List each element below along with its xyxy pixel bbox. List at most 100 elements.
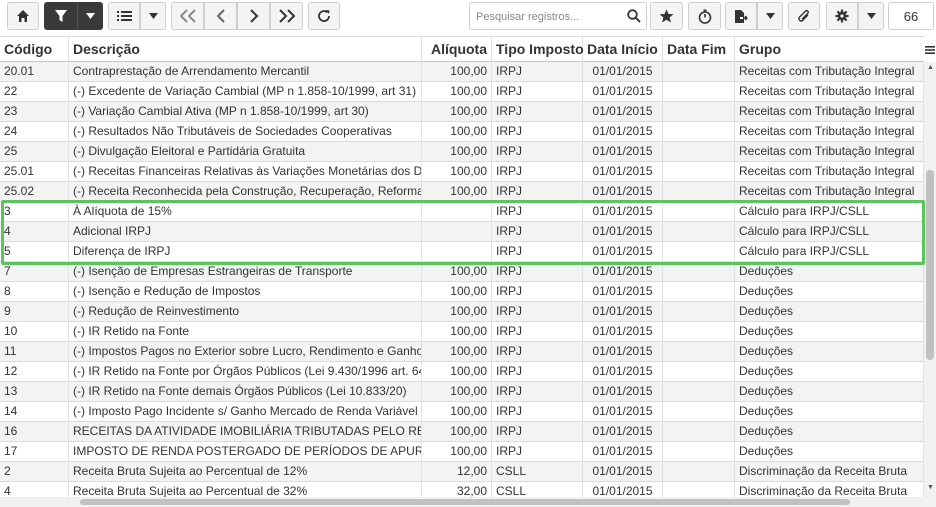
caret-down-icon xyxy=(866,13,876,19)
cell-codigo: 3 xyxy=(0,202,69,221)
table-row[interactable]: 9 (-) Redução de Reinvestimento 100,00 IRPJ… xyxy=(0,302,924,322)
cell-grupo: Deduções xyxy=(735,382,924,401)
favorite-button[interactable] xyxy=(650,2,683,30)
table-row[interactable]: 14 (-) Imposto Pago Incidente s/ Ganho Me… xyxy=(0,402,924,422)
table-row[interactable]: 5 Diferença de IRPJ IRPJ 01/01/2015 Cálculo … xyxy=(0,242,924,262)
first-page-button[interactable] xyxy=(171,2,204,30)
filter-button[interactable] xyxy=(44,2,77,30)
table-row[interactable]: 20.01 Contraprestação de Arrendamento Mer… xyxy=(0,62,924,82)
table-row[interactable]: 4 Adicional IRPJ IRPJ 01/01/2015 Cálculo par… xyxy=(0,222,924,242)
cell-aliquota: 100,00 xyxy=(422,142,492,161)
table-row[interactable]: 8 (-) Isenção e Redução de Impostos 100,00… xyxy=(0,282,924,302)
gear-icon xyxy=(835,9,849,23)
cell-data-fim xyxy=(663,462,735,481)
vertical-scroll-thumb[interactable] xyxy=(926,170,934,360)
export-dropdown-button[interactable] xyxy=(757,2,783,30)
table-row[interactable]: 16 RECEITAS DA ATIVIDADE IMOBILIÁRIA TRIB… xyxy=(0,422,924,442)
cell-aliquota: 100,00 xyxy=(422,82,492,101)
timer-button[interactable] xyxy=(688,2,721,30)
cell-data-fim xyxy=(663,122,735,141)
col-header-data-fim[interactable]: Data Fim xyxy=(663,37,735,62)
cell-descricao: (-) Imposto Pago Incidente s/ Ganho Merc… xyxy=(69,402,422,421)
cell-data-inicio: 01/01/2015 xyxy=(583,262,663,281)
table-row[interactable]: 10 (-) IR Retido na Fonte 100,00 IRPJ 01/01/… xyxy=(0,322,924,342)
cell-aliquota: 12,00 xyxy=(422,462,492,481)
table-row[interactable]: 25 (-) Divulgação Eleitoral e Partidária … xyxy=(0,142,924,162)
scroll-up-arrow-icon[interactable]: ▲ xyxy=(927,64,934,71)
refresh-button[interactable] xyxy=(308,2,340,30)
cell-descricao: Receita Bruta Sujeita ao Percentual de 3… xyxy=(69,482,422,497)
export-button[interactable] xyxy=(725,2,757,30)
cell-data-inicio: 01/01/2015 xyxy=(583,282,663,301)
col-header-aliquota[interactable]: Alíquota xyxy=(422,37,492,62)
cell-grupo: Receitas com Tributação Integral xyxy=(735,182,924,201)
col-header-data-inicio[interactable]: Data Início xyxy=(583,37,663,62)
cell-descricao: (-) Redução de Reinvestimento xyxy=(69,302,422,321)
horizontal-scroll-thumb[interactable] xyxy=(80,499,850,505)
prev-page-button[interactable] xyxy=(204,2,237,30)
search-icon[interactable] xyxy=(627,9,641,23)
cell-codigo: 25 xyxy=(0,142,69,161)
col-header-grupo[interactable]: Grupo xyxy=(735,37,924,62)
settings-dropdown-button[interactable] xyxy=(858,2,884,30)
table-row[interactable]: 7 (-) Isenção de Empresas Estrangeiras de… xyxy=(0,262,924,282)
col-header-tipo-imposto[interactable]: Tipo Imposto xyxy=(492,37,584,62)
cell-aliquota: 100,00 xyxy=(422,182,492,201)
cell-tipo-imposto: IRPJ xyxy=(492,422,583,441)
cell-codigo: 20.01 xyxy=(0,62,69,81)
list-view-button[interactable] xyxy=(108,2,140,30)
toolbar: 66 xyxy=(0,0,936,36)
col-header-codigo[interactable]: Código xyxy=(0,37,69,62)
cell-codigo: 25.02 xyxy=(0,182,69,201)
grid-body: 20.01 Contraprestação de Arrendamento Mer… xyxy=(0,62,924,497)
search-input[interactable] xyxy=(474,8,628,26)
cell-descricao: Adicional IRPJ xyxy=(69,222,422,241)
list-view-dropdown-button[interactable] xyxy=(140,2,166,30)
cell-tipo-imposto: IRPJ xyxy=(492,82,583,101)
last-page-button[interactable] xyxy=(270,2,303,30)
table-row[interactable]: 4 Receita Bruta Sujeita ao Percentual de … xyxy=(0,482,924,497)
cell-data-fim xyxy=(663,362,735,381)
cell-descricao: (-) Excedente de Variação Cambial (MP n … xyxy=(69,82,422,101)
attach-button[interactable] xyxy=(788,2,820,30)
cell-descricao: (-) Variação Cambial Ativa (MP n 1.858-1… xyxy=(69,102,422,121)
cell-grupo: Receitas com Tributação Integral xyxy=(735,142,924,161)
table-row[interactable]: 2 Receita Bruta Sujeita ao Percentual de … xyxy=(0,462,924,482)
column-menu-button[interactable] xyxy=(924,40,936,60)
cell-codigo: 22 xyxy=(0,82,69,101)
horizontal-scrollbar[interactable] xyxy=(0,497,936,507)
cell-descricao: IMPOSTO DE RENDA POSTERGADO DE PERÍODOS … xyxy=(69,442,422,461)
vertical-scrollbar[interactable] xyxy=(924,62,936,497)
cell-tipo-imposto: CSLL xyxy=(492,482,583,497)
cell-codigo: 8 xyxy=(0,282,69,301)
filter-dropdown-button[interactable] xyxy=(77,2,103,30)
cell-aliquota: 100,00 xyxy=(422,162,492,181)
table-row[interactable]: 11 (-) Impostos Pagos no Exterior sobre L… xyxy=(0,342,924,362)
table-row[interactable]: 13 (-) IR Retido na Fonte demais Órgãos P… xyxy=(0,382,924,402)
table-row[interactable]: 24 (-) Resultados Não Tributáveis de Soci… xyxy=(0,122,924,142)
settings-button[interactable] xyxy=(826,2,858,30)
cell-descricao: RECEITAS DA ATIVIDADE IMOBILIÁRIA TRIBUT… xyxy=(69,422,422,441)
cell-data-inicio: 01/01/2015 xyxy=(583,202,663,221)
table-row[interactable]: 23 (-) Variação Cambial Ativa (MP n 1.858… xyxy=(0,102,924,122)
cell-descricao: Diferença de IRPJ xyxy=(69,242,422,261)
cell-data-fim xyxy=(663,82,735,101)
cell-grupo: Receitas com Tributação Integral xyxy=(735,162,924,181)
cell-codigo: 4 xyxy=(0,482,69,497)
table-row[interactable]: 3À Alíquota de 15% IRPJ 01/01/2015 Cálculo … xyxy=(0,202,924,222)
table-row[interactable]: 25.02 (-) Receita Reconhecida pela Constr… xyxy=(0,182,924,202)
table-row[interactable]: 25.01 (-) Receitas Financeiras Relativas … xyxy=(0,162,924,182)
scroll-down-arrow-icon[interactable]: ▼ xyxy=(927,484,934,491)
next-page-button[interactable] xyxy=(237,2,270,30)
cell-data-inicio: 01/01/2015 xyxy=(583,462,663,481)
table-row[interactable]: 12 (-) IR Retido na Fonte por Órgãos Públ… xyxy=(0,362,924,382)
list-icon xyxy=(116,11,132,21)
table-row[interactable]: 17 IMPOSTO DE RENDA POSTERGADO DE PERÍODO… xyxy=(0,442,924,462)
table-row[interactable]: 22 (-) Excedente de Variação Cambial (MP … xyxy=(0,82,924,102)
record-count[interactable]: 66 xyxy=(888,2,934,30)
cell-data-fim xyxy=(663,142,735,161)
cell-data-inicio: 01/01/2015 xyxy=(583,102,663,121)
prev-page-icon xyxy=(216,9,225,23)
home-button[interactable] xyxy=(7,2,39,30)
col-header-descricao[interactable]: Descrição xyxy=(69,37,422,62)
